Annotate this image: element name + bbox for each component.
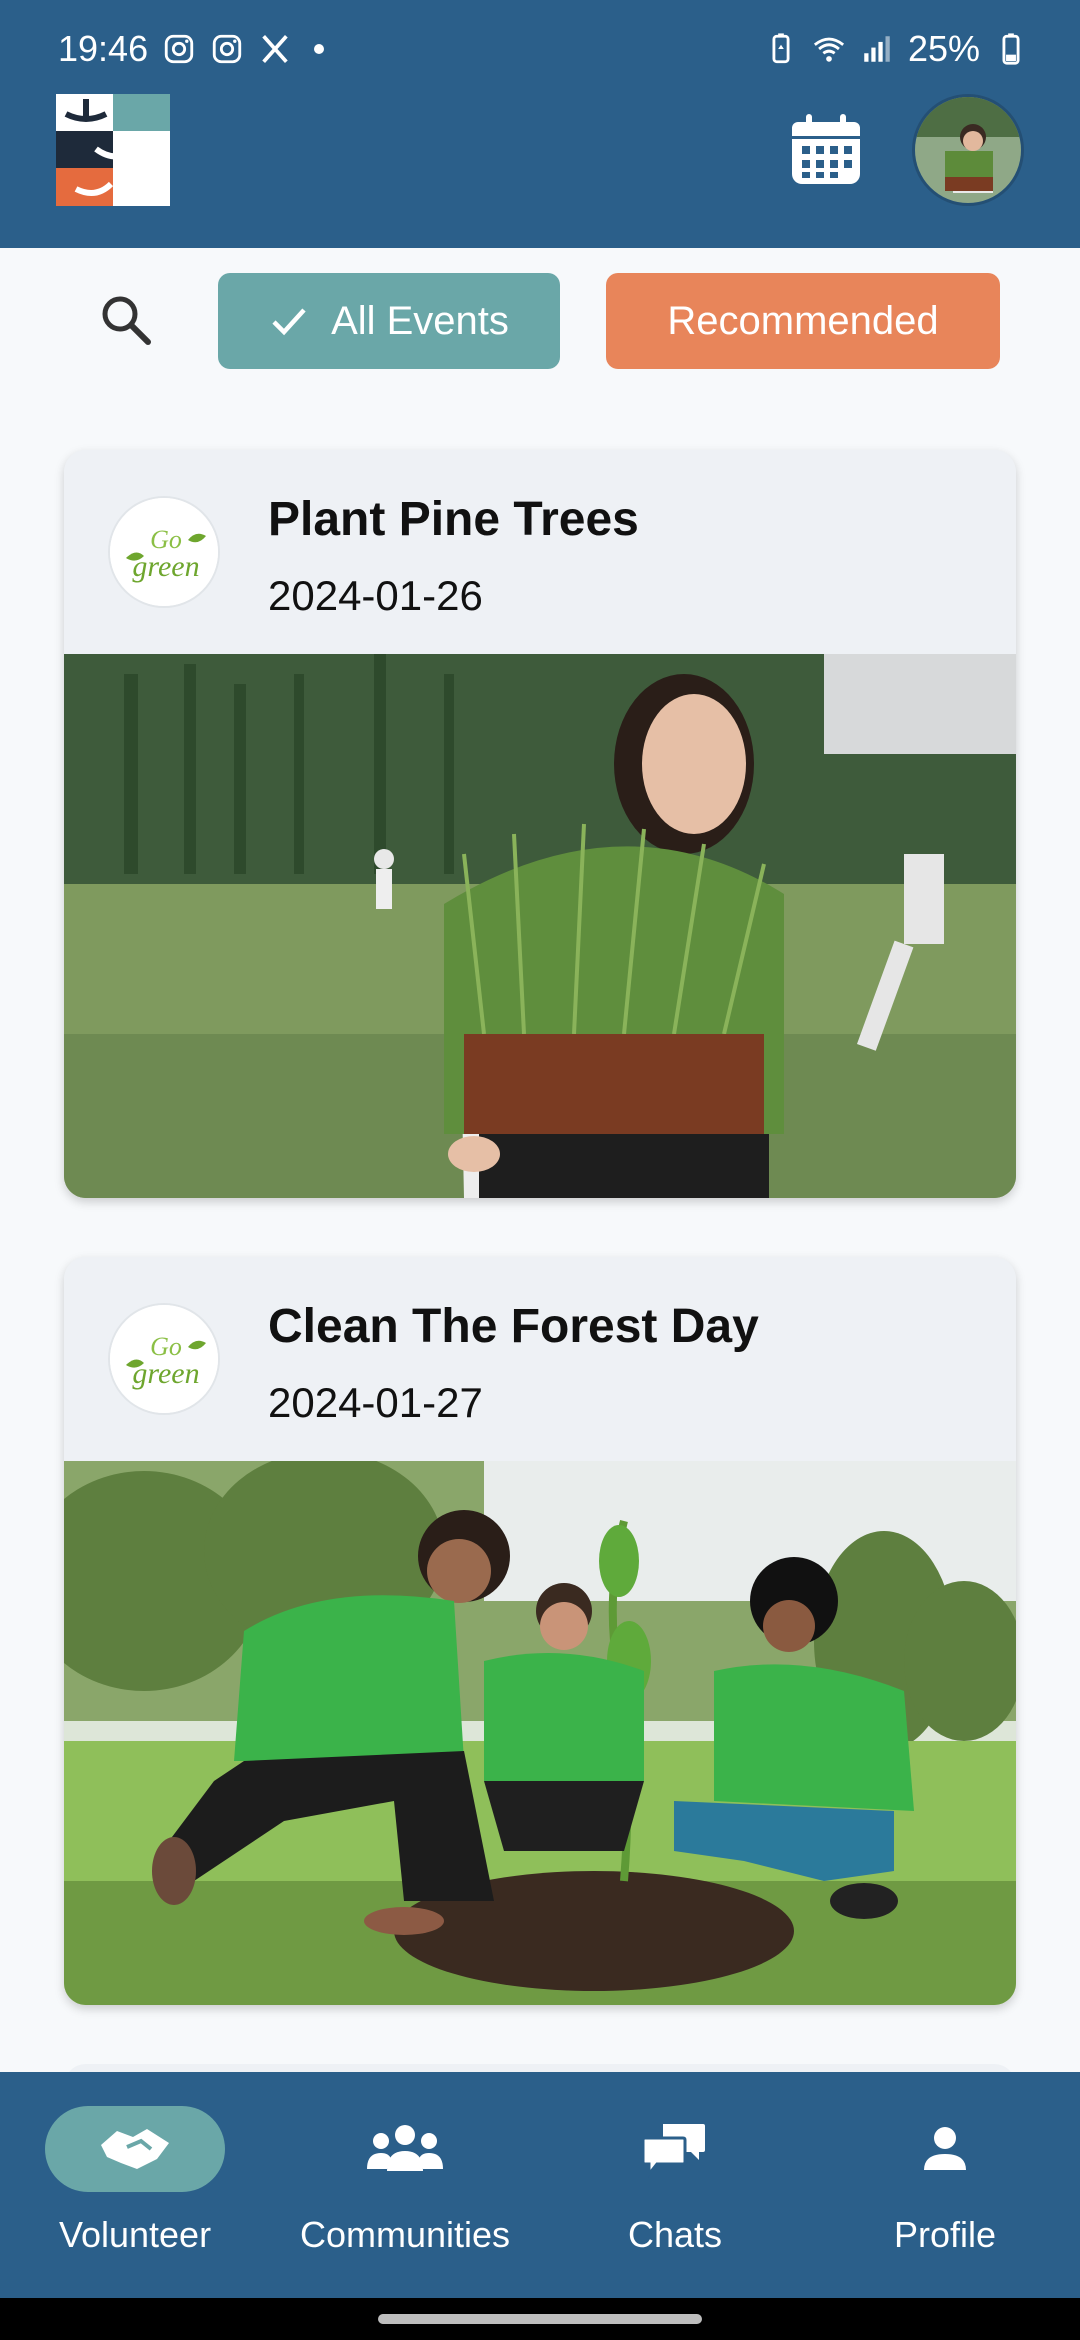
nav-chats-label: Chats: [627, 2214, 723, 2255]
go-green-logo: Go green: [110, 498, 218, 606]
nav-volunteer-label: Volunteer: [58, 2214, 212, 2255]
people-group-icon: [367, 2125, 443, 2171]
profile-avatar[interactable]: [912, 94, 1024, 206]
event-image: [64, 1461, 1016, 2005]
nav-profile[interactable]: Profile: [810, 2106, 1080, 2256]
nav-communities-pill: [315, 2106, 495, 2192]
handshake-icon: [101, 2129, 169, 2169]
nav-profile-pill: [855, 2106, 1035, 2192]
go-green-logo: Go green: [110, 1305, 218, 1413]
event-title: Clean The Forest Day: [268, 1300, 759, 1353]
status-time: 19:46: [58, 28, 149, 69]
event-card[interactable]: Go green Clean The Forest Day 2024-01-27: [64, 1257, 1016, 2005]
avatar-photo: [915, 97, 1021, 203]
all-events-label: All Events: [331, 298, 509, 343]
gesture-handle[interactable]: [378, 2314, 702, 2324]
nav-chats-pill: [585, 2106, 765, 2192]
battery-saver-icon: [772, 33, 790, 64]
app-logo[interactable]: [56, 94, 170, 206]
event-card[interactable]: Go green Plant Pine Trees 2024-01-26: [64, 450, 1016, 1198]
organization-logo: Go green: [108, 496, 220, 608]
nav-volunteer[interactable]: Volunteer: [0, 2106, 270, 2256]
instagram-icon: [212, 34, 242, 64]
organization-logo: Go green: [108, 1303, 220, 1415]
all-events-chip[interactable]: All Events: [218, 273, 560, 369]
signal-icon: [864, 36, 890, 62]
nav-communities-label: Communities: [299, 2214, 511, 2255]
system-gesture-bar: [0, 2298, 1080, 2340]
nav-profile-label: Profile: [893, 2214, 997, 2255]
status-bar: 19:46 25%: [0, 0, 1080, 90]
nav-chats[interactable]: Chats: [540, 2106, 810, 2256]
event-image: [64, 654, 1016, 1198]
checkmark-icon: [272, 308, 306, 336]
wifi-icon: [813, 37, 844, 62]
app-header: 19:46 25%: [0, 0, 1080, 248]
search-icon[interactable]: [96, 290, 156, 350]
battery-percent: 25%: [907, 28, 980, 69]
event-card-header: Go green Plant Pine Trees 2024-01-26: [64, 450, 1016, 654]
nav-communities[interactable]: Communities: [270, 2106, 540, 2256]
event-card-header: Go green Clean The Forest Day 2024-01-27: [64, 1257, 1016, 1461]
calendar-icon[interactable]: [788, 112, 864, 188]
person-icon: [924, 2127, 966, 2170]
bottom-navigation: Volunteer Communities Chats Profile: [0, 2072, 1080, 2298]
event-title: Plant Pine Trees: [268, 493, 639, 546]
nav-volunteer-pill: [45, 2106, 225, 2192]
instagram-icon: [164, 34, 194, 64]
recommended-label: Recommended: [667, 298, 939, 343]
recommended-chip[interactable]: Recommended: [606, 273, 1000, 369]
notification-dot: [314, 44, 325, 54]
event-date: 2024-01-26: [268, 572, 483, 619]
chat-bubbles-icon: [643, 2124, 705, 2178]
event-date: 2024-01-27: [268, 1379, 483, 1426]
x-icon: [262, 35, 288, 63]
battery-icon: [1002, 33, 1020, 65]
